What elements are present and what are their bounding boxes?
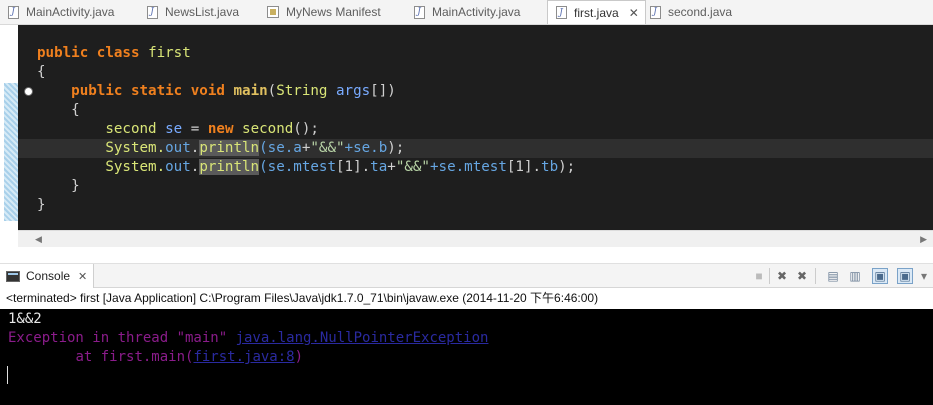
close-icon[interactable]: ✕ — [629, 6, 639, 20]
console-line-1: 1&&2 — [8, 311, 42, 327]
tab-console[interactable]: Console ✕ — [0, 264, 95, 288]
code-line-1: public class first — [37, 45, 191, 61]
java-file-icon: J — [412, 5, 426, 19]
toolbar-separator — [815, 268, 816, 284]
horizontal-scrollbar[interactable]: ◀ ▶ — [18, 230, 933, 247]
code-line-3: public static void main(String args[]) — [71, 83, 396, 99]
code-area[interactable]: public class first { public static void … — [18, 25, 933, 230]
console-tab-label: Console — [26, 269, 71, 283]
fold-marker-icon[interactable] — [24, 87, 33, 96]
show-on-stderr-icon[interactable]: ▣ — [897, 268, 913, 284]
java-file-icon: J — [145, 5, 159, 19]
remove-all-terminated-icon[interactable]: ✖ — [794, 268, 810, 284]
java-file-icon: J — [648, 5, 662, 19]
code-line-9: } — [37, 197, 46, 213]
editor-tab-bar: J MainActivity.java J NewsList.java MyNe… — [0, 0, 933, 25]
terminate-icon[interactable]: ■ — [751, 268, 767, 284]
tab-second-java[interactable]: J second.java — [648, 0, 732, 24]
code-line-4: { — [71, 102, 80, 118]
code-line-8: } — [71, 178, 80, 194]
manifest-icon — [266, 5, 280, 19]
show-on-stdout-icon[interactable]: ▣ — [872, 268, 888, 284]
exception-text: Exception in thread "main" — [8, 330, 236, 346]
console-caret — [7, 366, 8, 384]
close-icon[interactable]: ✕ — [78, 270, 87, 283]
code-line-6: System.out.println(se.a+"&&"+se.b); — [18, 139, 933, 158]
tab-mainactivity-java-2[interactable]: J MainActivity.java — [412, 0, 520, 24]
tab-label: MyNews Manifest — [286, 5, 381, 19]
java-file-icon: J — [554, 6, 568, 20]
tab-mynews-manifest[interactable]: MyNews Manifest — [266, 0, 381, 24]
clear-console-icon[interactable]: ▤ — [825, 268, 841, 284]
stack-trace-end: ) — [294, 349, 304, 365]
tab-label: MainActivity.java — [432, 5, 521, 19]
toolbar-separator — [769, 268, 770, 284]
code-editor[interactable]: public class first { public static void … — [0, 25, 933, 247]
console-tab-bar: Console ✕ ■ ✖ ✖ ▤ ▥ ▣ ▣ ▾ — [0, 264, 933, 288]
view-divider[interactable] — [0, 247, 933, 264]
tab-label: MainActivity.java — [26, 5, 115, 19]
tab-newslist-java[interactable]: J NewsList.java — [145, 0, 239, 24]
console-output[interactable]: 1&&2 Exception in thread "main" java.lan… — [0, 309, 933, 405]
tab-label: NewsList.java — [165, 5, 240, 19]
tab-first-java[interactable]: J first.java ✕ — [547, 0, 646, 24]
range-indicator — [4, 83, 18, 221]
console-line-3: at first.main(first.java:8) — [8, 348, 303, 367]
tab-mainactivity-java[interactable]: J MainActivity.java — [6, 0, 114, 24]
java-file-icon: J — [6, 5, 20, 19]
scroll-right-icon[interactable]: ▶ — [920, 234, 927, 245]
console-icon — [6, 270, 20, 282]
stack-trace-link[interactable]: first.java:8 — [193, 349, 294, 365]
code-line-5: second se = new second(); — [105, 121, 319, 137]
console-line-2: Exception in thread "main" java.lang.Nul… — [8, 329, 488, 348]
code-line-7: System.out.println(se.mtest[1].ta+"&&"+s… — [105, 159, 576, 175]
scroll-lock-icon[interactable]: ▥ — [847, 268, 863, 284]
console-process-label: <terminated> first [Java Application] C:… — [0, 288, 933, 308]
scroll-left-icon[interactable]: ◀ — [35, 234, 42, 245]
tab-label: first.java — [574, 5, 619, 20]
remove-launch-icon[interactable]: ✖ — [774, 268, 790, 284]
tab-label: second.java — [668, 5, 733, 19]
code-line-2: { — [37, 64, 46, 80]
view-menu-icon[interactable]: ▾ — [916, 268, 932, 284]
stack-trace-text: at first.main( — [8, 349, 194, 365]
exception-link[interactable]: java.lang.NullPointerException — [236, 330, 489, 346]
